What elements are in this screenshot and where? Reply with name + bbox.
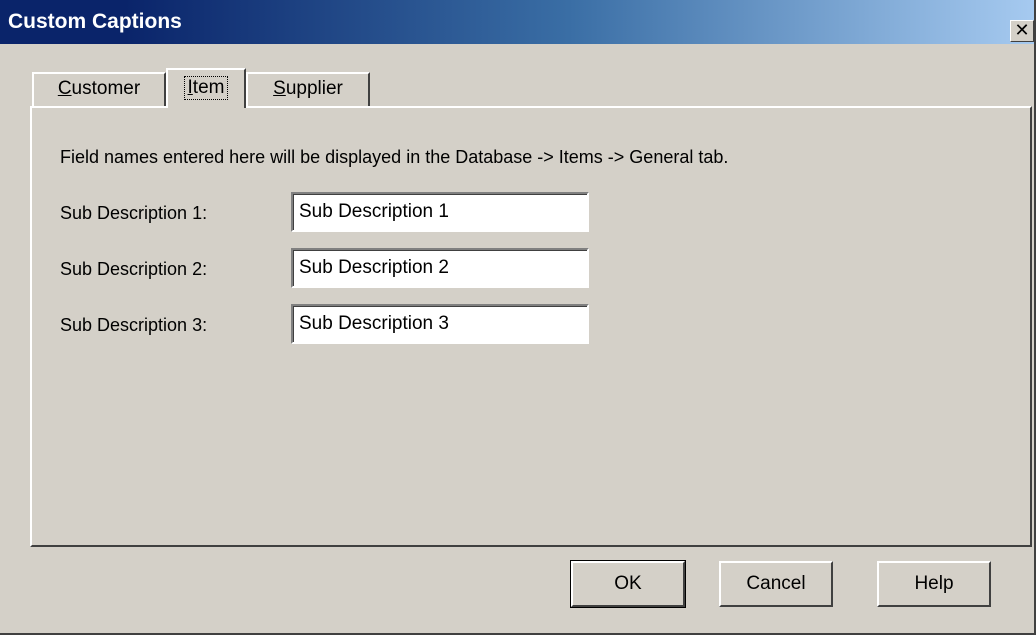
close-icon[interactable]: ✕ [1010, 20, 1034, 42]
tab-customer-label: Customer [57, 78, 141, 99]
sub-description-2-label: Sub Description 2: [60, 259, 208, 279]
sub-description-3-input[interactable] [291, 304, 589, 344]
info-text: Field names entered here will be display… [60, 147, 729, 167]
custom-captions-dialog: Custom Captions ✕ Customer Item Supplier… [0, 0, 1036, 635]
ok-button[interactable]: OK [570, 560, 686, 608]
tab-item-label: Item [183, 76, 229, 100]
cancel-button[interactable]: Cancel [719, 561, 833, 607]
tab-supplier-label: Supplier [273, 78, 343, 99]
help-button[interactable]: Help [877, 561, 991, 607]
sub-description-1-input[interactable] [291, 192, 589, 232]
sub-description-3-label: Sub Description 3: [60, 315, 208, 335]
tab-supplier[interactable]: Supplier [246, 72, 370, 106]
title-bar[interactable]: Custom Captions ✕ [0, 0, 1034, 44]
sub-description-2-input[interactable] [291, 248, 589, 288]
window-title: Custom Captions [8, 10, 182, 33]
sub-description-1-label: Sub Description 1: [60, 203, 208, 223]
tab-customer[interactable]: Customer [32, 72, 166, 106]
tab-item[interactable]: Item [166, 68, 246, 108]
